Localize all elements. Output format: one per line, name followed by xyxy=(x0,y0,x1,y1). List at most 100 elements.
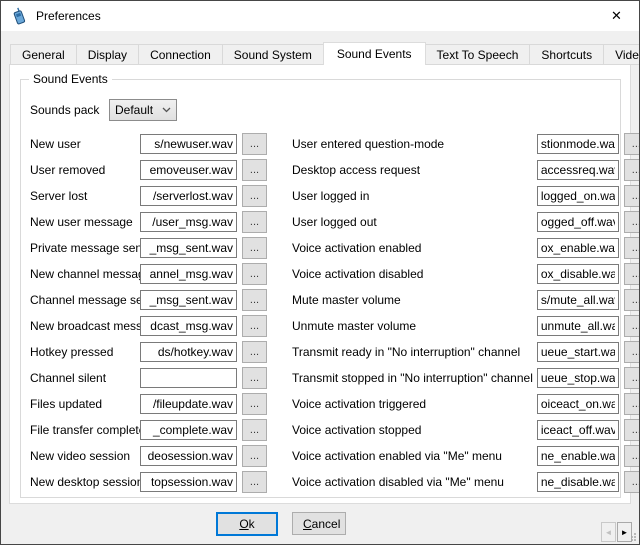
browse-button[interactable]: ... xyxy=(242,341,267,363)
tab-label: Connection xyxy=(150,48,211,62)
browse-button[interactable]: ... xyxy=(242,315,267,337)
sound-event-label: User removed xyxy=(30,163,140,177)
sound-events-left-column: New user ... User removed ... xyxy=(30,131,292,495)
sound-file-input[interactable] xyxy=(537,238,619,258)
tab[interactable]: Text To Speech xyxy=(425,44,531,65)
sound-event-row: User entered question-mode ... xyxy=(292,131,640,157)
sound-event-label: User logged in xyxy=(292,189,537,203)
sound-event-label: New user message xyxy=(30,215,140,229)
tab-scroll-right-button[interactable]: ► xyxy=(617,522,632,542)
sound-file-input[interactable] xyxy=(140,342,237,362)
browse-button[interactable]: ... xyxy=(624,393,640,415)
tab[interactable]: Sound Events xyxy=(323,42,426,65)
sound-file-input[interactable] xyxy=(537,368,619,388)
browse-button[interactable]: ... xyxy=(242,263,267,285)
browse-button[interactable]: ... xyxy=(624,185,640,207)
tab-label: Display xyxy=(88,48,127,62)
sound-file-input[interactable] xyxy=(537,472,619,492)
sound-file-input[interactable] xyxy=(140,238,237,258)
sound-file-input[interactable] xyxy=(537,446,619,466)
sound-file-input[interactable] xyxy=(140,186,237,206)
browse-button[interactable]: ... xyxy=(624,133,640,155)
browse-button[interactable]: ... xyxy=(624,341,640,363)
title-bar: Preferences ✕ xyxy=(1,1,639,31)
tab-scroll-left-button[interactable]: ◄ xyxy=(601,522,616,542)
sound-event-row: New channel message ... xyxy=(30,261,292,287)
sound-file-input[interactable] xyxy=(537,290,619,310)
browse-button[interactable]: ... xyxy=(242,445,267,467)
browse-button[interactable]: ... xyxy=(242,393,267,415)
sound-file-input[interactable] xyxy=(140,316,237,336)
sound-event-label: Transmit ready in "No interruption" chan… xyxy=(292,345,537,359)
close-icon: ✕ xyxy=(611,8,622,24)
browse-button[interactable]: ... xyxy=(242,185,267,207)
browse-button[interactable]: ... xyxy=(242,211,267,233)
tab[interactable]: Connection xyxy=(138,44,223,65)
sound-file-input[interactable] xyxy=(537,394,619,414)
sound-event-label: User logged out xyxy=(292,215,537,229)
tab[interactable]: Shortcuts xyxy=(529,44,604,65)
sound-file-input[interactable] xyxy=(537,212,619,232)
browse-button[interactable]: ... xyxy=(242,159,267,181)
sound-file-input[interactable] xyxy=(140,160,237,180)
tab[interactable]: General xyxy=(10,44,77,65)
cancel-button[interactable]: Cancel xyxy=(292,512,346,535)
sound-file-input[interactable] xyxy=(537,186,619,206)
sound-file-input[interactable] xyxy=(140,446,237,466)
tab[interactable]: Sound System xyxy=(222,44,324,65)
sound-file-input[interactable] xyxy=(140,368,237,388)
browse-button[interactable]: ... xyxy=(624,419,640,441)
sound-event-row: Channel message sent ... xyxy=(30,287,292,313)
browse-button[interactable]: ... xyxy=(624,263,640,285)
sound-file-input[interactable] xyxy=(537,342,619,362)
sound-events-tab-page: Sound Events Sounds pack Default xyxy=(9,64,631,504)
sound-event-row: New video session ... xyxy=(30,443,292,469)
sound-file-input[interactable] xyxy=(140,264,237,284)
sound-file-input[interactable] xyxy=(537,264,619,284)
sound-file-input[interactable] xyxy=(140,212,237,232)
browse-button[interactable]: ... xyxy=(624,367,640,389)
browse-button[interactable]: ... xyxy=(624,237,640,259)
sound-event-label: Mute master volume xyxy=(292,293,537,307)
browse-button[interactable]: ... xyxy=(242,133,267,155)
tab[interactable]: Video xyxy=(603,44,639,65)
browse-button[interactable]: ... xyxy=(242,419,267,441)
sound-event-label: New user xyxy=(30,137,140,151)
browse-button[interactable]: ... xyxy=(242,237,267,259)
sound-event-row: User logged out ... xyxy=(292,209,640,235)
sound-event-label: Voice activation disabled via "Me" menu xyxy=(292,475,537,489)
sound-file-input[interactable] xyxy=(537,160,619,180)
sound-event-label: Unmute master volume xyxy=(292,319,537,333)
sound-file-input[interactable] xyxy=(537,134,619,154)
browse-button[interactable]: ... xyxy=(624,471,640,493)
browse-button[interactable]: ... xyxy=(624,289,640,311)
sound-file-input[interactable] xyxy=(537,420,619,440)
close-button[interactable]: ✕ xyxy=(594,1,639,31)
tab-label: Text To Speech xyxy=(437,48,519,62)
sound-file-input[interactable] xyxy=(140,394,237,414)
sounds-pack-select[interactable]: Default xyxy=(109,99,177,121)
sound-event-row: Hotkey pressed ... xyxy=(30,339,292,365)
sound-event-label: Hotkey pressed xyxy=(30,345,140,359)
sound-file-input[interactable] xyxy=(140,420,237,440)
ok-button[interactable]: Ok xyxy=(216,512,278,536)
browse-button[interactable]: ... xyxy=(242,471,267,493)
tab[interactable]: Display xyxy=(76,44,139,65)
sound-event-label: Files updated xyxy=(30,397,140,411)
browse-button[interactable]: ... xyxy=(624,315,640,337)
sound-file-input[interactable] xyxy=(140,290,237,310)
browse-button[interactable]: ... xyxy=(242,367,267,389)
browse-button[interactable]: ... xyxy=(624,159,640,181)
sound-file-input[interactable] xyxy=(140,472,237,492)
sound-file-input[interactable] xyxy=(537,316,619,336)
sound-events-right-column: User entered question-mode ... Desktop a… xyxy=(292,131,640,495)
browse-button[interactable]: ... xyxy=(242,289,267,311)
browse-button[interactable]: ... xyxy=(624,211,640,233)
sound-event-label: Voice activation enabled via "Me" menu xyxy=(292,449,537,463)
tab-scroll-buttons: ◄ ► xyxy=(600,522,632,542)
browse-button[interactable]: ... xyxy=(624,445,640,467)
sound-file-input[interactable] xyxy=(140,134,237,154)
sound-event-row: Voice activation enabled via "Me" menu .… xyxy=(292,443,640,469)
sound-event-row: Private message sent ... xyxy=(30,235,292,261)
sound-event-label: User entered question-mode xyxy=(292,137,537,151)
